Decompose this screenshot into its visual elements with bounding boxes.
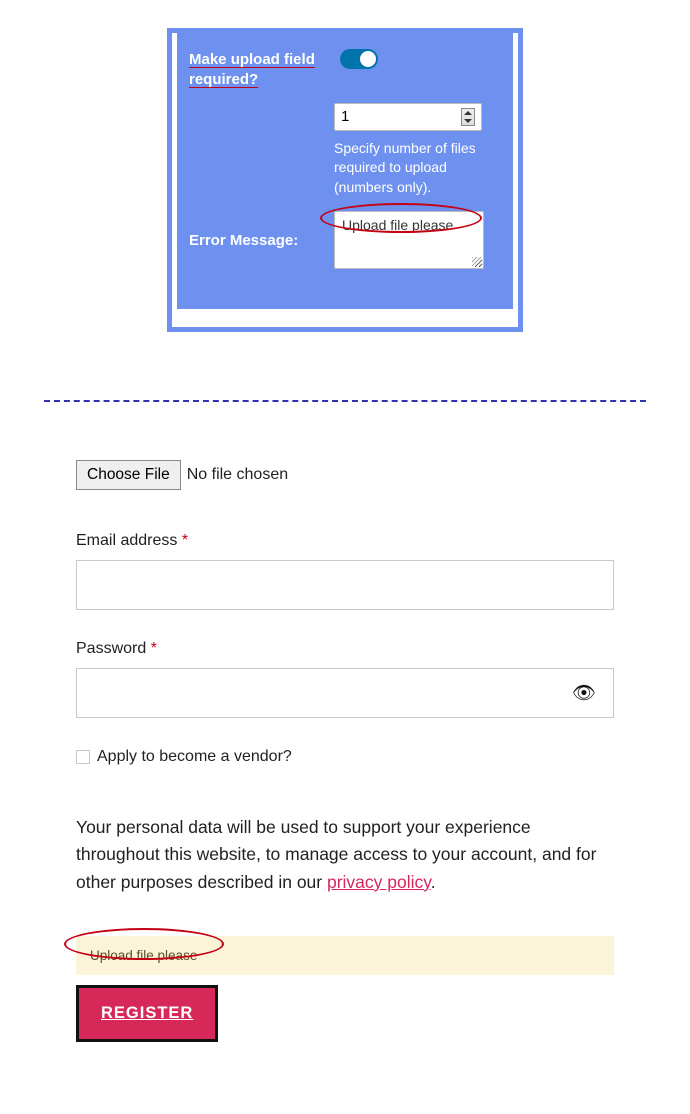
password-input-wrap: 👁 bbox=[76, 668, 614, 718]
number-spinner[interactable] bbox=[461, 108, 475, 126]
error-message-input[interactable]: Upload file please bbox=[334, 211, 484, 269]
email-label: Email address * bbox=[76, 532, 614, 550]
resize-handle-icon[interactable] bbox=[472, 257, 482, 267]
email-field-group: Email address * bbox=[76, 532, 614, 610]
blank-label bbox=[189, 103, 334, 198]
validation-notice: Upload file please bbox=[76, 936, 614, 975]
eye-icon[interactable]: 👁 bbox=[572, 681, 596, 705]
error-message-label: Error Message: bbox=[189, 211, 334, 269]
error-message-value: Upload file please bbox=[342, 217, 453, 233]
email-input[interactable] bbox=[76, 560, 614, 610]
file-upload-row: Choose File No file chosen bbox=[76, 460, 614, 490]
vendor-checkbox-row: Apply to become a vendor? bbox=[76, 748, 614, 766]
registration-form: Choose File No file chosen Email address… bbox=[0, 402, 690, 1081]
row-error-message: Error Message: Upload file please bbox=[189, 211, 493, 269]
number-control: 1 Specify number of files required to up… bbox=[334, 103, 493, 198]
settings-panel: Make upload field required? 1 Specify nu… bbox=[172, 33, 518, 327]
password-input[interactable] bbox=[76, 668, 614, 718]
toggle-make-required[interactable] bbox=[340, 49, 378, 69]
settings-panel-outer: Make upload field required? 1 Specify nu… bbox=[167, 28, 523, 332]
vendor-label: Apply to become a vendor? bbox=[97, 748, 292, 766]
register-button[interactable]: REGISTER bbox=[76, 985, 218, 1042]
notice-wrap: Upload file please bbox=[76, 936, 614, 975]
settings-panel-wrap: Make upload field required? 1 Specify nu… bbox=[0, 0, 690, 332]
error-message-control: Upload file please bbox=[334, 211, 493, 269]
file-status-text: No file chosen bbox=[187, 466, 288, 484]
password-field-group: Password * 👁 bbox=[76, 640, 614, 718]
make-required-label: Make upload field required? bbox=[189, 47, 334, 91]
toggle-knob bbox=[360, 51, 376, 67]
vendor-checkbox[interactable] bbox=[76, 750, 90, 764]
privacy-policy-link[interactable]: privacy policy bbox=[327, 872, 431, 892]
row-number-files: 1 Specify number of files required to up… bbox=[189, 103, 493, 198]
privacy-paragraph: Your personal data will be used to suppo… bbox=[76, 814, 614, 895]
notice-text: Upload file please bbox=[90, 948, 197, 963]
number-help-text: Specify number of files required to uplo… bbox=[334, 139, 493, 198]
make-required-control bbox=[334, 47, 493, 91]
required-asterisk: * bbox=[151, 640, 157, 657]
choose-file-button[interactable]: Choose File bbox=[76, 460, 181, 490]
required-asterisk: * bbox=[182, 532, 188, 549]
number-input[interactable]: 1 bbox=[334, 103, 482, 131]
password-label: Password * bbox=[76, 640, 614, 658]
row-make-required: Make upload field required? bbox=[189, 47, 493, 91]
number-value: 1 bbox=[341, 108, 349, 125]
